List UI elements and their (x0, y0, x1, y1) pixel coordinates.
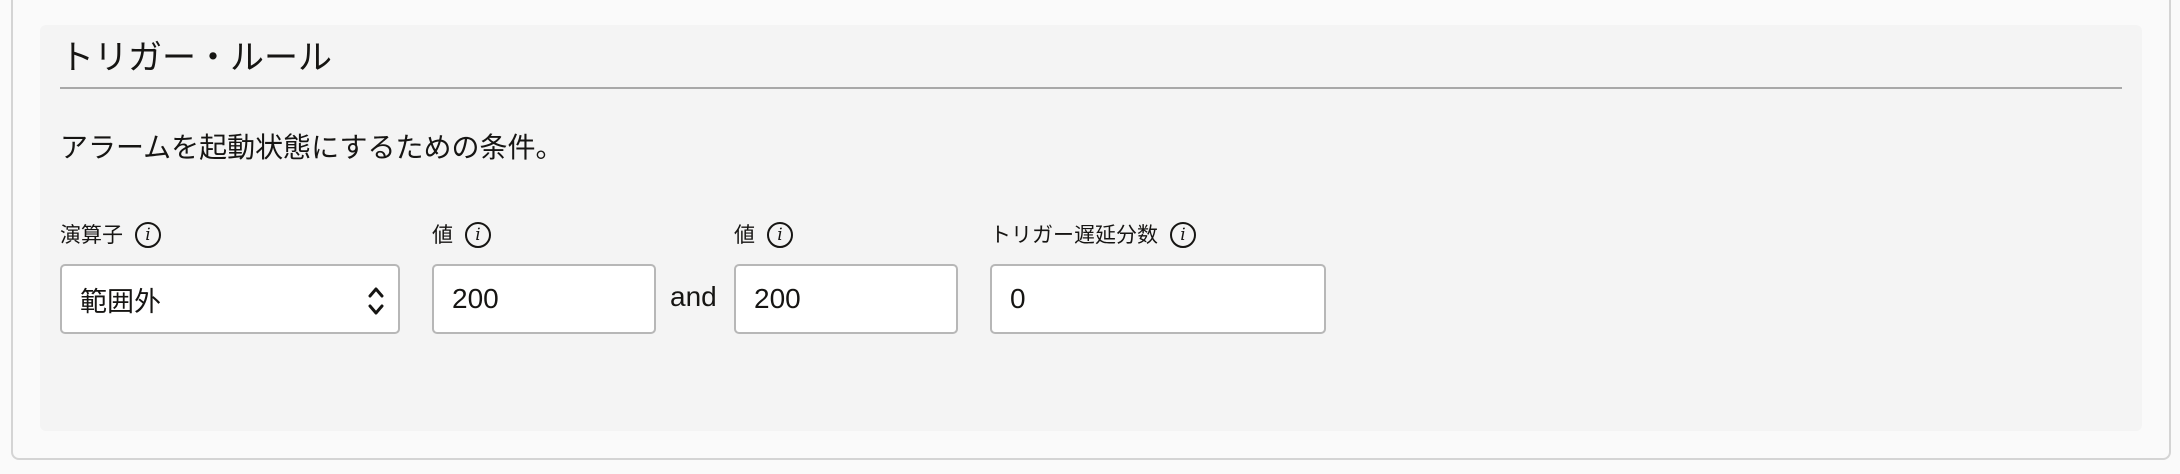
section-description: アラームを起動状態にするための条件。 (60, 131, 564, 164)
value2-label: 値 (734, 223, 755, 247)
trigger-delay-label: トリガー遅延分数 (990, 223, 1158, 247)
operator-label-group: 演算子 i (60, 218, 161, 252)
value1-label-group: 値 i (432, 218, 491, 252)
trigger-delay-info-icon[interactable]: i (1170, 222, 1196, 248)
trigger-delay-label-group: トリガー遅延分数 i (990, 218, 1196, 252)
value2-label-group: 値 i (734, 218, 793, 252)
section-divider (60, 87, 2122, 89)
value2-info-icon[interactable]: i (767, 222, 793, 248)
value1-info-icon[interactable]: i (465, 222, 491, 248)
operator-info-icon[interactable]: i (135, 222, 161, 248)
chevron-up-down-icon (368, 287, 384, 315)
operator-label: 演算子 (60, 223, 123, 247)
value1-label: 値 (432, 223, 453, 247)
and-connector: and (670, 281, 717, 312)
section-title: トリガー・ルール (60, 38, 332, 78)
value1-input[interactable]: 200 (432, 264, 656, 334)
trigger-delay-input[interactable]: 0 (990, 264, 1326, 334)
operator-select-value: 範囲外 (80, 286, 161, 318)
value2-input[interactable]: 200 (734, 264, 958, 334)
operator-select[interactable]: 範囲外 (60, 264, 400, 334)
